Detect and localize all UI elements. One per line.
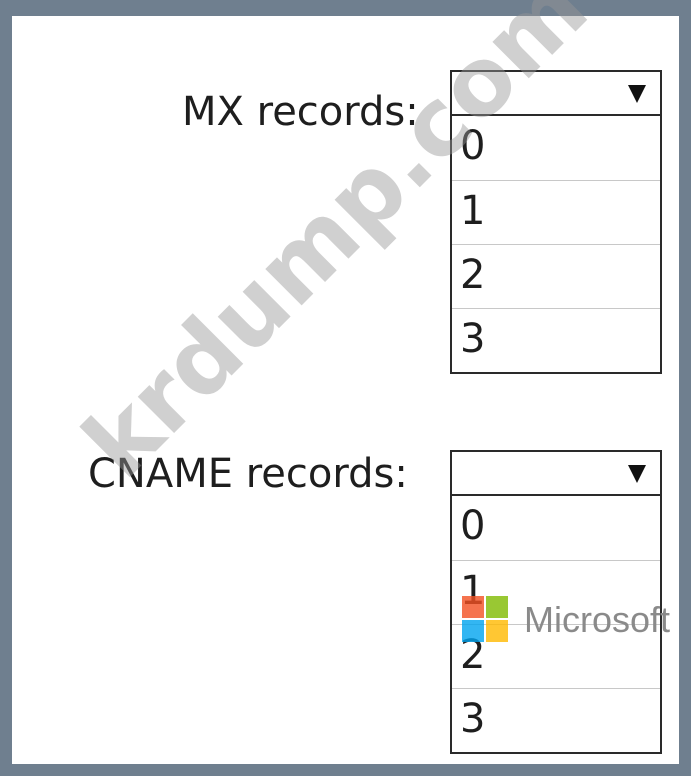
cname-option-3[interactable]: 3 (452, 688, 660, 752)
cname-records-label: CNAME records: (88, 451, 408, 497)
mx-option-1[interactable]: 1 (452, 180, 660, 244)
mx-option-2[interactable]: 2 (452, 244, 660, 308)
answer-area-panel: MX records: 0 1 2 3 CNAME records: 0 1 2… (12, 0, 679, 764)
microsoft-brand-text: Microsoft (524, 599, 671, 640)
cname-option-0[interactable]: 0 (452, 496, 660, 560)
mx-records-label: MX records: (182, 89, 419, 135)
mx-option-3[interactable]: 3 (452, 308, 660, 372)
cname-records-dropdown[interactable] (450, 450, 662, 496)
dropdown-arrow-icon (628, 465, 646, 483)
dropdown-arrow-icon (628, 85, 646, 103)
mx-records-dropdown[interactable] (450, 70, 662, 116)
mx-records-options: 0 1 2 3 (450, 116, 662, 374)
microsoft-logo-icon (462, 592, 532, 644)
mx-option-0[interactable]: 0 (452, 116, 660, 180)
